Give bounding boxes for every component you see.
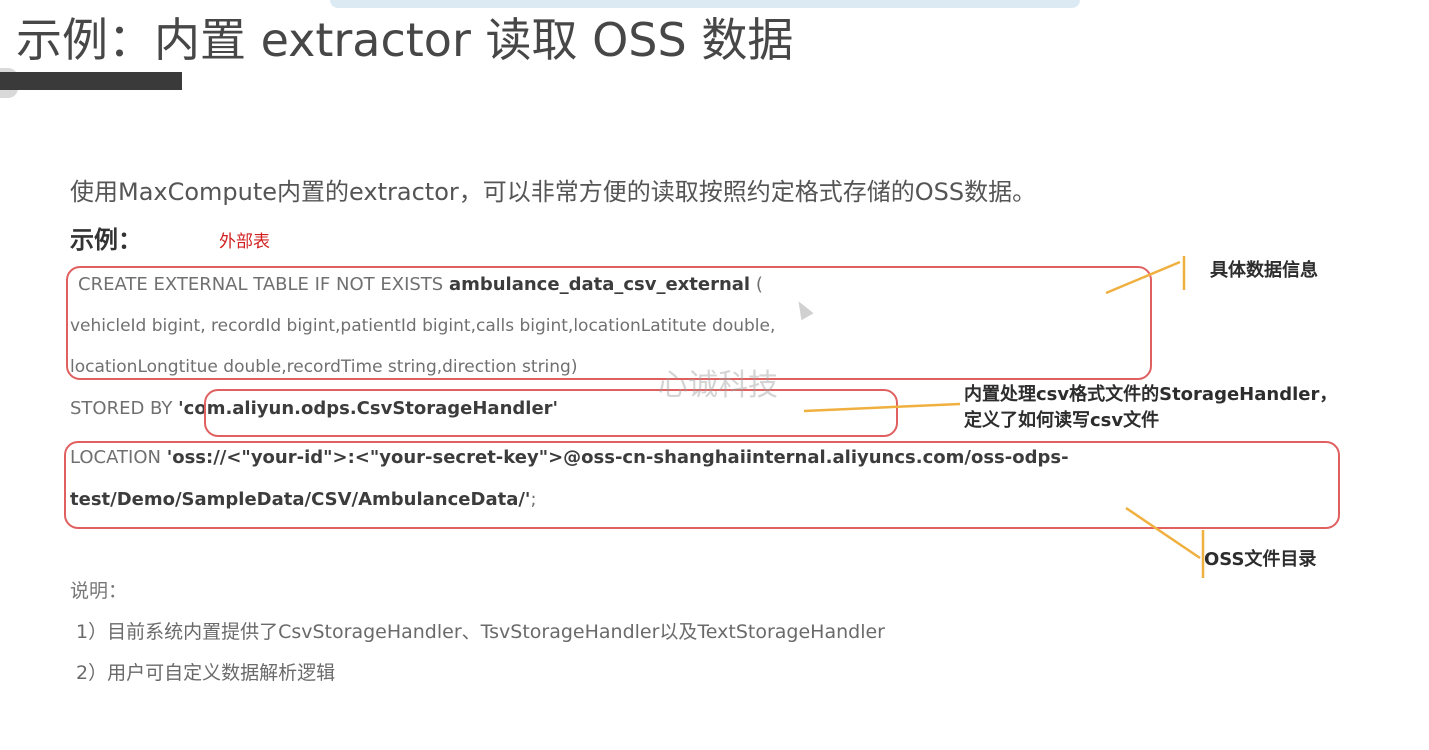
note-item-1: 1）目前系统内置提供了CsvStorageHandler、TsvStorageH…: [76, 621, 885, 643]
notes-title: 说明：: [70, 580, 128, 602]
watermark: 心诚科技: [658, 368, 778, 403]
slide: 示例：内置 extractor 读取 OSS 数据 使用MaxCompute内置…: [0, 0, 1429, 750]
intro-text: 使用MaxCompute内置的extractor，可以非常方便的读取按照约定格式…: [70, 178, 1037, 206]
code-stored-prefix: STORED BY: [70, 398, 179, 419]
external-table-note: 外部表: [219, 232, 270, 252]
callout-storage-handler-line-2: 定义了如何读写csv文件: [964, 410, 1160, 431]
callout-oss-dir: OSS文件目录: [1204, 549, 1317, 570]
callout-storage-handler-line-1: 内置处理csv格式文件的StorageHandler，: [964, 384, 1338, 405]
example-label: 示例：: [70, 226, 142, 254]
create-table-highlight-box: [66, 266, 1152, 380]
location-highlight-box: [64, 441, 1340, 529]
storage-handler-highlight-box: [204, 389, 898, 437]
slide-title: 示例：内置 extractor 读取 OSS 数据: [16, 13, 794, 67]
callout-data-info: 具体数据信息: [1210, 260, 1318, 281]
title-underline-bar: [0, 72, 182, 90]
note-item-2: 2）用户可自定义数据解析逻辑: [76, 662, 336, 684]
